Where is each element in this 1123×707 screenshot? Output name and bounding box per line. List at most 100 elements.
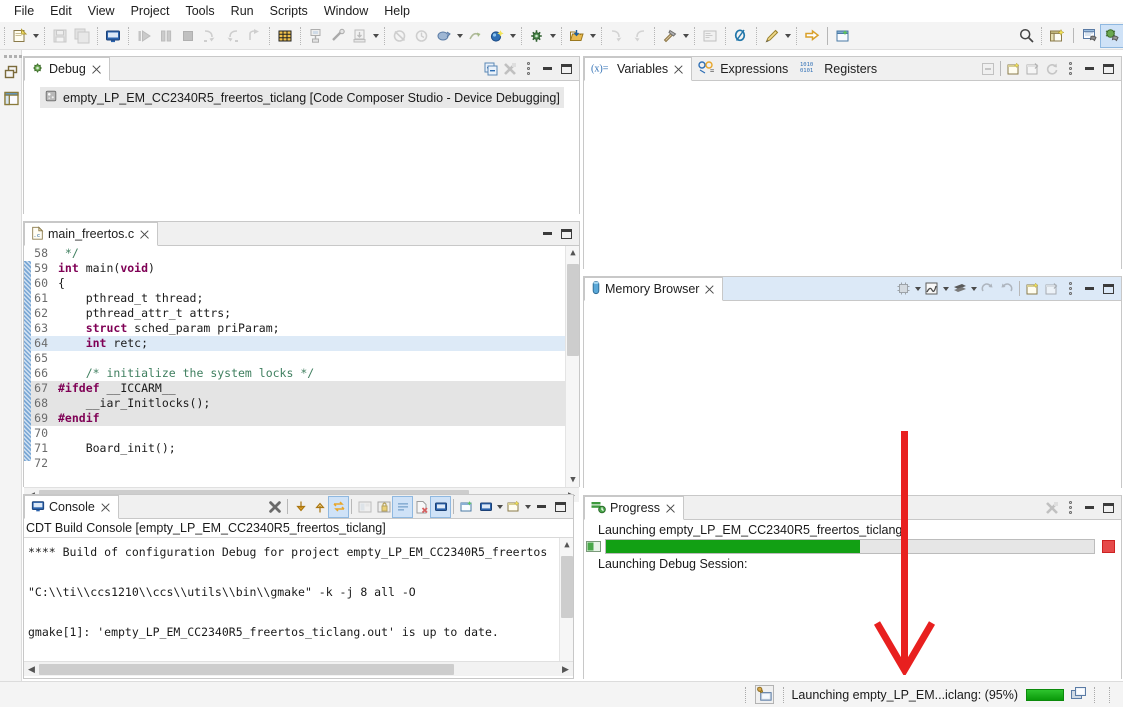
- tab-expressions[interactable]: = Expressions: [692, 57, 794, 80]
- code-line[interactable]: 69#endif: [24, 411, 579, 426]
- build-settings-dropdown-arrow[interactable]: [548, 25, 557, 47]
- debug-tree[interactable]: empty_LP_EM_CC2340R5_freertos_ticlang [C…: [24, 87, 579, 220]
- perspective-editor-icon[interactable]: [1079, 25, 1101, 47]
- scroll-thumb-h[interactable]: [39, 664, 454, 675]
- search-icon[interactable]: [1015, 25, 1037, 47]
- code-editor[interactable]: 58 */59int main(void)60{61 pthread_t thr…: [24, 246, 579, 487]
- code-line[interactable]: 70: [24, 426, 579, 441]
- console-output[interactable]: **** Build of configuration Debug for pr…: [24, 538, 573, 661]
- detach-icon[interactable]: [1042, 279, 1061, 299]
- code-line[interactable]: 62 pthread_attr_t attrs;: [24, 306, 579, 321]
- forward-icon[interactable]: [801, 25, 823, 47]
- new-config-dropdown-arrow[interactable]: [508, 25, 517, 47]
- editor-vertical-scrollbar[interactable]: ▲ ▼: [565, 246, 579, 487]
- code-line[interactable]: 66 /* initialize the system locks */: [24, 366, 579, 381]
- console-horizontal-scrollbar[interactable]: ◀ ▶: [24, 661, 573, 676]
- remove-console-icon[interactable]: [412, 497, 431, 517]
- tab-console[interactable]: Console: [24, 495, 119, 519]
- view-menu-icon[interactable]: [1061, 498, 1080, 518]
- scroll-down-arrow[interactable]: ▼: [566, 473, 579, 487]
- clear-console-icon[interactable]: [355, 497, 374, 517]
- new-watch-icon[interactable]: [1023, 59, 1042, 79]
- scroll-right-arrow[interactable]: ▶: [558, 662, 573, 677]
- step-over-icon[interactable]: [221, 25, 243, 47]
- menu-item-file[interactable]: File: [6, 2, 42, 20]
- launching-icon[interactable]: [753, 685, 776, 704]
- maximize-icon[interactable]: [551, 497, 570, 517]
- collapse-all-icon[interactable]: [481, 59, 500, 79]
- load-program-icon[interactable]: [349, 25, 371, 47]
- console-vertical-scrollbar[interactable]: ▲ ▼: [559, 538, 573, 661]
- code-line[interactable]: 61 pthread_t thread;: [24, 291, 579, 306]
- maximize-icon[interactable]: [557, 224, 576, 244]
- code-line[interactable]: 58 */: [24, 246, 579, 261]
- new-console-dropdown-arrow[interactable]: [523, 496, 532, 518]
- new-resource-icon[interactable]: [832, 25, 854, 47]
- connect-target-icon[interactable]: [305, 25, 327, 47]
- memory-map-icon[interactable]: [922, 279, 941, 299]
- remove-all-terminated-icon[interactable]: [500, 59, 519, 79]
- menu-item-help[interactable]: Help: [376, 2, 418, 20]
- step-into-icon[interactable]: [199, 25, 221, 47]
- import-icon[interactable]: [978, 279, 997, 299]
- next-annotation-icon[interactable]: [606, 25, 628, 47]
- scroll-down-icon[interactable]: [291, 497, 310, 517]
- export-icon[interactable]: [997, 279, 1016, 299]
- code-line[interactable]: 63 struct sched_param priParam;: [24, 321, 579, 336]
- close-icon[interactable]: [703, 283, 716, 296]
- code-line[interactable]: 67#ifdef __ICCARM__: [24, 381, 579, 396]
- pencil-dropdown-arrow[interactable]: [783, 25, 792, 47]
- load-dropdown-arrow[interactable]: [371, 25, 380, 47]
- tab-progress[interactable]: Progress: [584, 496, 684, 520]
- menu-item-edit[interactable]: Edit: [42, 2, 80, 20]
- close-icon[interactable]: [138, 228, 151, 241]
- tab-variables[interactable]: (x)= Variables: [584, 57, 692, 81]
- build-settings-icon[interactable]: [526, 25, 548, 47]
- new-console-icon[interactable]: [504, 497, 523, 517]
- tab-registers[interactable]: 10100101 Registers: [794, 57, 883, 80]
- close-icon[interactable]: [664, 502, 677, 515]
- new-view-icon[interactable]: [1004, 59, 1023, 79]
- scroll-left-arrow[interactable]: ◀: [24, 662, 39, 677]
- suspend-icon[interactable]: [155, 25, 177, 47]
- maximize-icon[interactable]: [1099, 279, 1118, 299]
- profile-icon[interactable]: [464, 25, 486, 47]
- cpu-dropdown-arrow[interactable]: [913, 278, 922, 300]
- build-dropdown-arrow[interactable]: [681, 25, 690, 47]
- code-lines[interactable]: 58 */59int main(void)60{61 pthread_t thr…: [24, 246, 579, 471]
- step-return-icon[interactable]: [243, 25, 265, 47]
- menu-item-tools[interactable]: Tools: [177, 2, 222, 20]
- code-line[interactable]: 68 __iar_Initlocks();: [24, 396, 579, 411]
- menu-item-project[interactable]: Project: [123, 2, 178, 20]
- save-icon[interactable]: [49, 25, 71, 47]
- remove-all-icon[interactable]: [1042, 498, 1061, 518]
- run-icon[interactable]: [433, 25, 455, 47]
- minimize-icon[interactable]: [538, 224, 557, 244]
- memory-content[interactable]: [584, 301, 1121, 488]
- resume-icon[interactable]: [133, 25, 155, 47]
- view-menu-icon[interactable]: [1061, 279, 1080, 299]
- build-hammer-icon[interactable]: [659, 25, 681, 47]
- restore-icon[interactable]: [3, 64, 20, 81]
- scroll-thumb[interactable]: [567, 264, 579, 356]
- code-line[interactable]: 60{: [24, 276, 579, 291]
- open-dropdown-arrow[interactable]: [588, 25, 597, 47]
- memory-map-dropdown-arrow[interactable]: [941, 278, 950, 300]
- new-config-icon[interactable]: [486, 25, 508, 47]
- perspective-debug-icon[interactable]: [1101, 25, 1123, 47]
- trim-drag-handle[interactable]: [4, 55, 22, 58]
- scroll-thumb[interactable]: [561, 556, 573, 618]
- new-perspective-icon[interactable]: [1046, 25, 1068, 47]
- perspective-layout-icon[interactable]: [3, 90, 20, 107]
- menu-item-window[interactable]: Window: [316, 2, 376, 20]
- new-tab-icon[interactable]: [1023, 279, 1042, 299]
- close-icon[interactable]: [99, 501, 112, 514]
- menu-item-scripts[interactable]: Scripts: [262, 2, 316, 20]
- view-menu-icon[interactable]: [1061, 59, 1080, 79]
- console-icon[interactable]: [102, 25, 124, 47]
- wrap-text-icon[interactable]: [393, 497, 412, 517]
- debug-disabled2-icon[interactable]: [411, 25, 433, 47]
- minimize-icon[interactable]: [1080, 279, 1099, 299]
- scroll-lock-icon[interactable]: [329, 497, 348, 517]
- code-line[interactable]: 71 Board_init();: [24, 441, 579, 456]
